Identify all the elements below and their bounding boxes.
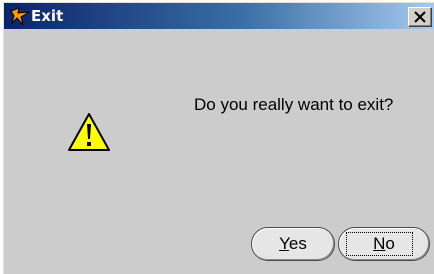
yes-button-label: Yes (279, 234, 307, 253)
warning-icon (67, 112, 111, 152)
title-bar[interactable]: Exit (4, 3, 434, 29)
no-button-label: No (373, 234, 395, 253)
app-logo-icon (9, 6, 31, 26)
dialog-title: Exit (31, 7, 64, 25)
dialog-message: Do you really want to exit? (194, 95, 394, 114)
close-button[interactable] (408, 7, 432, 27)
no-rest: o (385, 234, 395, 253)
no-mnemonic: N (373, 234, 386, 253)
yes-rest: es (288, 234, 307, 253)
yes-mnemonic: Y (279, 234, 289, 253)
no-button[interactable]: No (338, 227, 430, 261)
yes-button[interactable]: Yes (251, 227, 335, 261)
exit-dialog: Exit Do you really want to exit? Yes No (3, 2, 434, 274)
